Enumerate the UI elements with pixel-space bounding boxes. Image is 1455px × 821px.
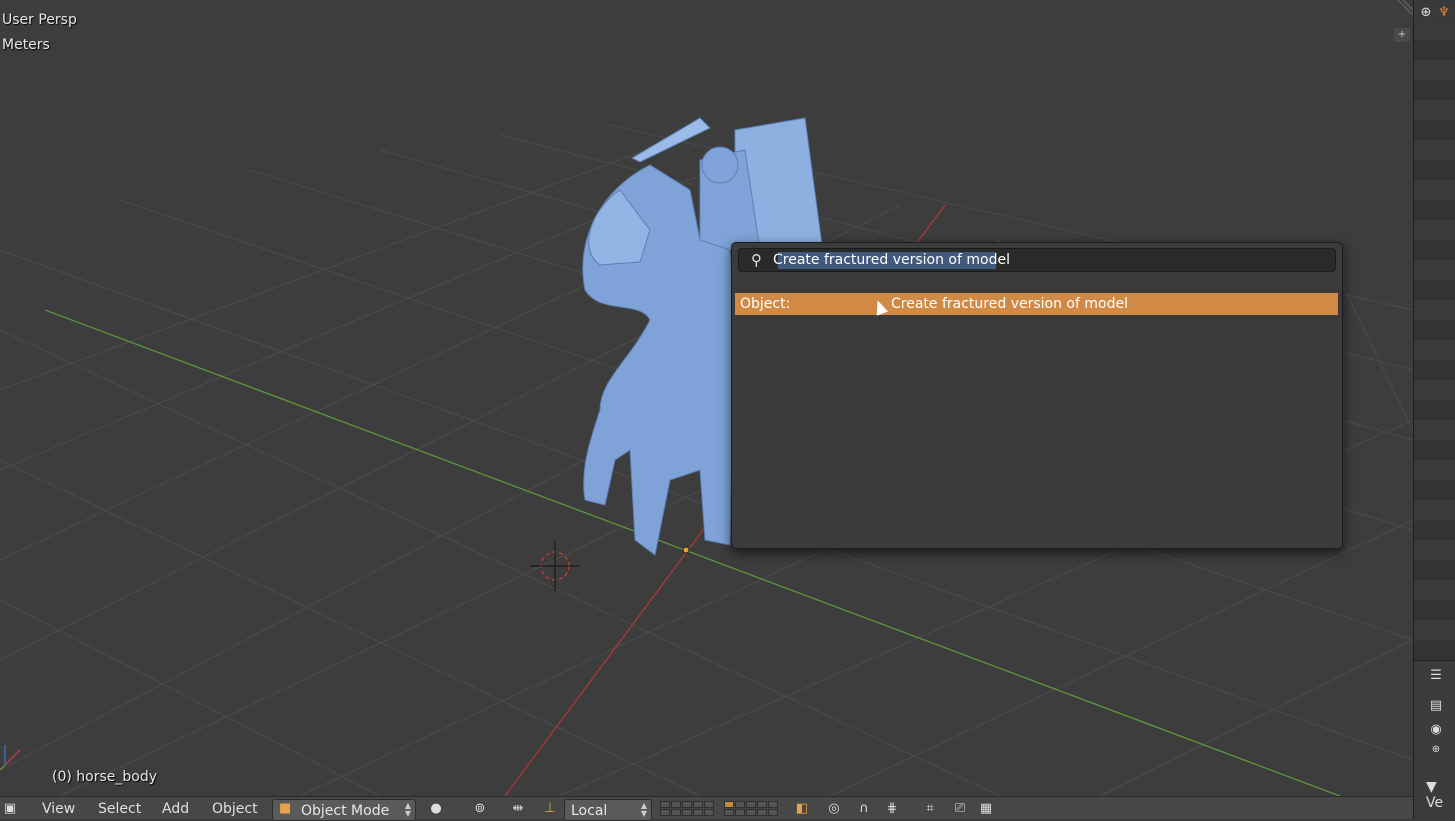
units-label: Meters <box>2 37 50 53</box>
pivot-icon[interactable]: ⊚ <box>470 799 490 819</box>
layers-grid-2[interactable] <box>724 801 778 817</box>
outliner-icon[interactable]: ☰ <box>1426 667 1446 685</box>
properties-sidebar[interactable]: ⊕ ♆ ☰ ▤ ◉ ⊕ ▼ Ve <box>1413 0 1455 819</box>
search-icon: ⚲ <box>751 251 762 269</box>
search-input[interactable] <box>773 251 1313 269</box>
layers-grid-1[interactable] <box>660 801 714 817</box>
menu-select[interactable]: Select <box>98 801 141 817</box>
view-name-label: User Persp <box>2 12 77 28</box>
active-object-label: (0) horse_body <box>52 769 158 785</box>
cube-icon: ■ <box>279 801 292 816</box>
snap-element-icon[interactable]: ⋕ <box>882 799 902 819</box>
viewport-header: ▣ View Select Add Object ■ Object Mode ▲… <box>0 796 1413 821</box>
sidebar-top-bar: ⊕ ♆ <box>1414 0 1455 28</box>
result-category: Object: <box>740 296 791 312</box>
proportional-edit-icon[interactable]: ◎ <box>824 799 844 819</box>
result-label: Create fractured version of model <box>891 296 1128 312</box>
lock-camera-icon[interactable]: ◧ <box>792 799 812 819</box>
properties-toggle-icon[interactable]: + <box>1394 28 1410 42</box>
object-origin-dot <box>682 546 690 554</box>
sphere-icon[interactable]: ● <box>426 799 446 819</box>
small-add-icon[interactable]: ⊕ <box>1426 741 1446 759</box>
search-field[interactable]: ⚲ <box>738 248 1336 272</box>
menu-object[interactable]: Object <box>212 801 258 817</box>
dropdown-arrows-icon: ▲ ▼ <box>404 801 411 818</box>
camera-icon[interactable]: ⎚ <box>950 799 970 819</box>
editor-type-icon[interactable]: ▣ <box>0 799 20 819</box>
snap-toggle-icon[interactable]: ⇹ <box>508 799 528 819</box>
armature-icon[interactable]: ♆ <box>1434 4 1454 22</box>
axis-gizmo-icon <box>0 745 21 771</box>
transform-manipulator-icon[interactable]: ⊥ <box>540 799 560 819</box>
magnet-icon[interactable]: ∩ <box>854 799 874 819</box>
add-icon[interactable]: ⊕ <box>1416 4 1436 22</box>
dropdown-arrows-icon: ▲ ▼ <box>640 801 647 818</box>
3d-cursor-icon <box>530 541 580 591</box>
menu-view[interactable]: View <box>42 801 75 817</box>
properties-icon[interactable]: ▤ <box>1426 697 1446 715</box>
clapper-icon[interactable]: ▦ <box>976 799 996 819</box>
search-result-row[interactable]: Object: Create fractured version of mode… <box>735 293 1338 315</box>
menu-add[interactable]: Add <box>162 801 189 817</box>
snap-target-icon[interactable]: ⌗ <box>920 799 940 819</box>
viewport-corner-handle <box>1397 0 1413 16</box>
operator-search-popup: ⚲ Object: Create fractured version of mo… <box>731 242 1343 549</box>
sidebar-tools: ☰ ▤ ◉ ⊕ ▼ Ve <box>1414 660 1455 819</box>
sidebar-section-label[interactable]: ▼ Ve <box>1426 779 1455 811</box>
material-icon[interactable]: ◉ <box>1426 721 1446 739</box>
